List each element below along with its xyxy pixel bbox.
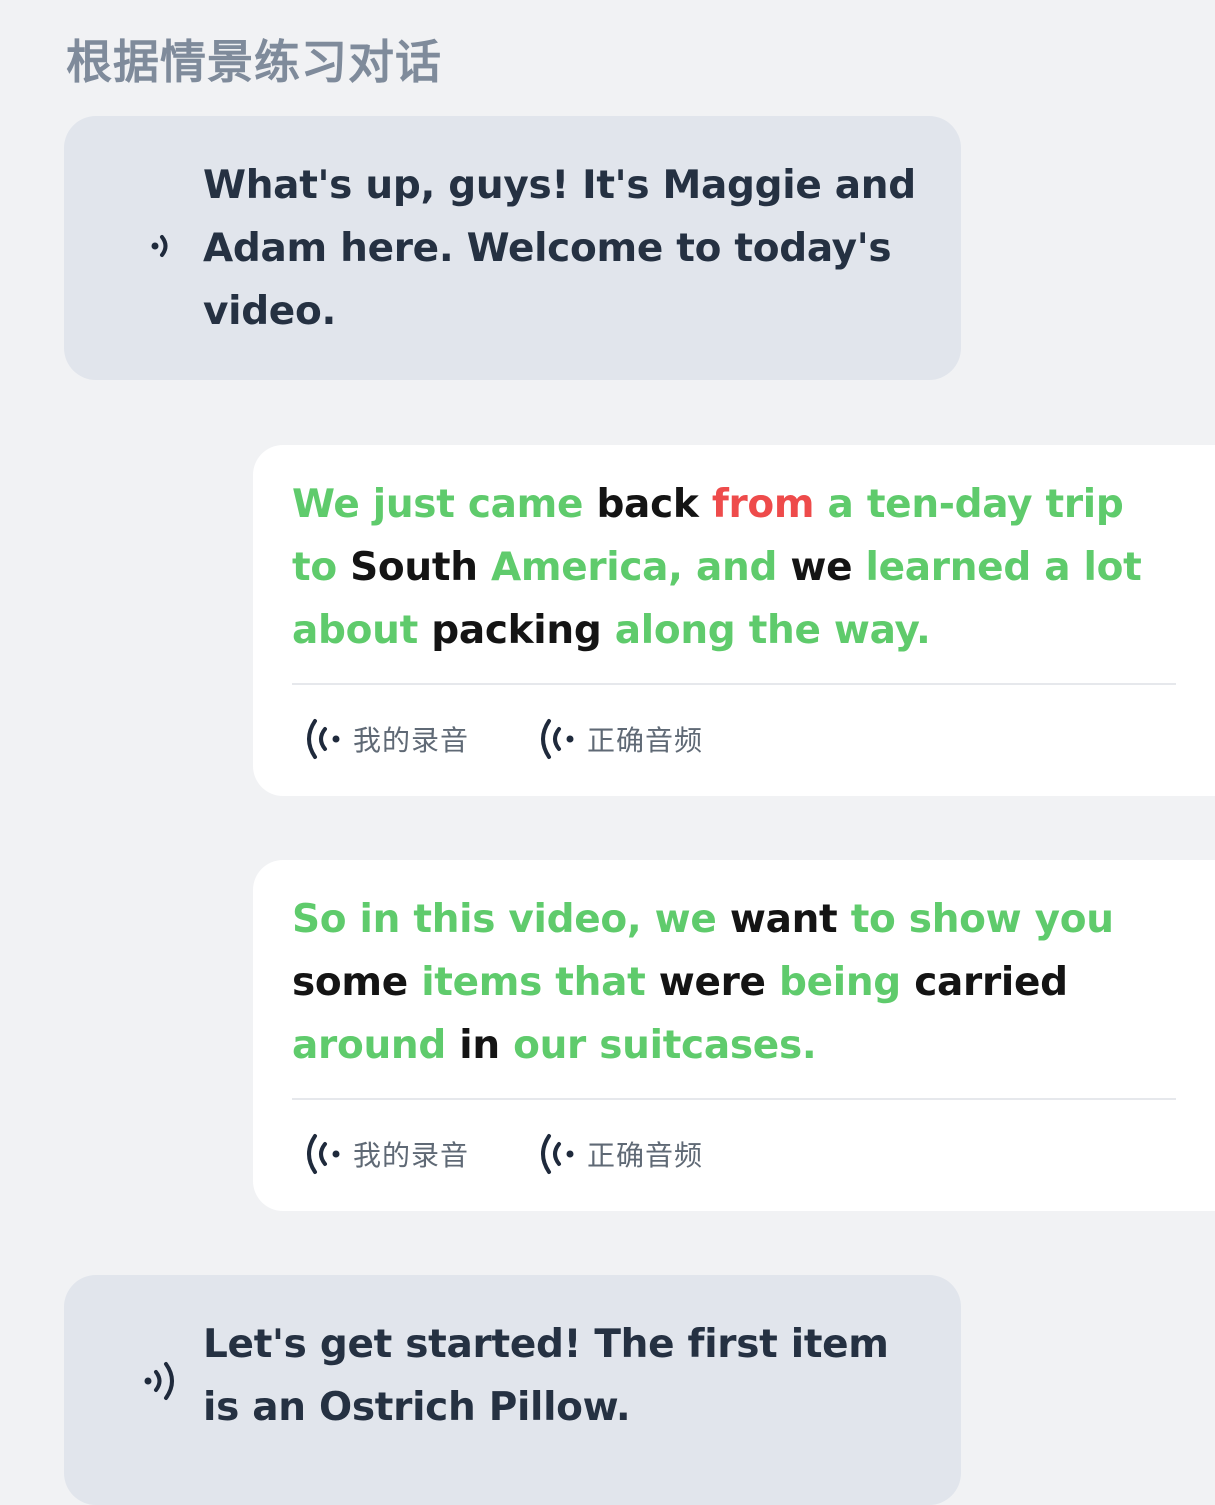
play-prompt-button[interactable] xyxy=(147,226,177,266)
word-segment-green: America, and xyxy=(490,545,791,590)
correct-audio-label: 正确音频 xyxy=(587,724,704,757)
recording-wave-icon xyxy=(307,1134,340,1174)
my-recording-button[interactable]: 我的录音 xyxy=(301,717,469,761)
correct-audio-button[interactable]: 正确音频 xyxy=(535,717,703,761)
word-segment-black: want xyxy=(729,897,851,942)
prompt-bubble: What's up, guys! It's Maggie and Adam he… xyxy=(64,116,961,380)
prompt-text: What's up, guys! It's Maggie and Adam he… xyxy=(203,163,916,334)
word-segment-green: So in this video, we xyxy=(292,897,730,942)
word-segment-red: from xyxy=(711,482,828,527)
word-segment-black: South xyxy=(350,545,491,590)
word-segment-green: our suitcases. xyxy=(513,1023,817,1068)
word-segment-green: along the way. xyxy=(614,608,931,653)
my-recording-label: 我的录音 xyxy=(353,1139,470,1172)
recording-wave-icon xyxy=(307,719,340,759)
reply-text: We just came back from a ten-day trip to… xyxy=(292,473,1172,662)
word-segment-black: in xyxy=(459,1023,514,1068)
word-segment-green: to show you xyxy=(850,897,1114,942)
word-segment-black: were xyxy=(658,960,779,1005)
prompt-bubble: Let's get started! The first item is an … xyxy=(64,1275,961,1505)
audio-wave-icon xyxy=(541,719,574,759)
word-segment-green: around xyxy=(292,1023,460,1068)
my-recording-label: 我的录音 xyxy=(353,724,470,757)
word-segment-black: carried xyxy=(914,960,1068,1005)
prompt-text: Let's get started! The first item is an … xyxy=(203,1322,889,1430)
word-segment-black: we xyxy=(790,545,866,590)
audio-wave-icon xyxy=(541,1134,574,1174)
word-segment-green: being xyxy=(778,960,915,1005)
word-segment-black: packing xyxy=(431,608,615,653)
speaker-small-icon xyxy=(151,235,168,257)
reply-bubble: We just came back from a ten-day trip to… xyxy=(253,445,1215,796)
play-prompt-button[interactable] xyxy=(140,1357,184,1405)
correct-audio-label: 正确音频 xyxy=(587,1139,704,1172)
page-title: 根据情景练习对话 xyxy=(66,35,442,89)
word-segment-black: back xyxy=(596,482,712,527)
divider xyxy=(292,683,1176,685)
speaker-medium-icon xyxy=(144,1362,174,1400)
word-segment-green: items that xyxy=(421,960,659,1005)
reply-bubble: So in this video, we want to show you so… xyxy=(253,860,1215,1211)
word-segment-black: some xyxy=(292,960,422,1005)
my-recording-button[interactable]: 我的录音 xyxy=(301,1132,469,1176)
word-segment-green: We just came xyxy=(292,482,597,527)
divider xyxy=(292,1098,1176,1100)
reply-text: So in this video, we want to show you so… xyxy=(292,888,1172,1077)
correct-audio-button[interactable]: 正确音频 xyxy=(535,1132,703,1176)
